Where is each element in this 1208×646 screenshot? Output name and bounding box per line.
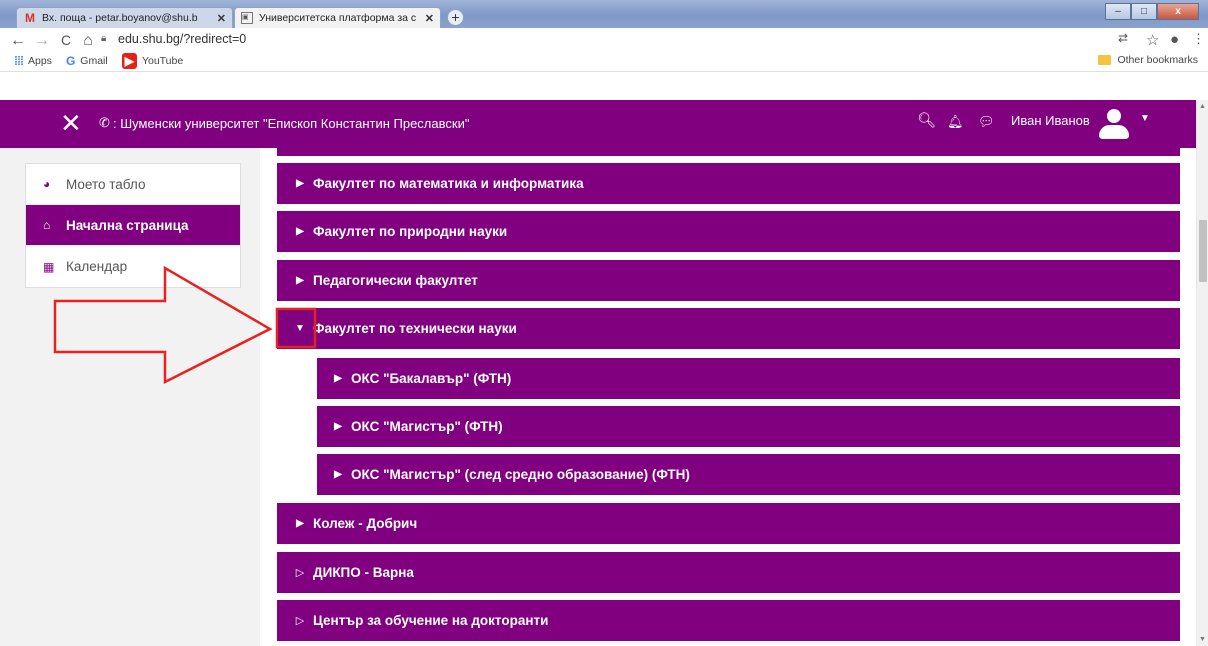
category-row-expanded[interactable]: ▼ Факултет по технически науки	[277, 308, 1180, 349]
expand-caret-icon[interactable]: ▶	[293, 518, 307, 529]
browser-tab-bar: M Вх. поща - petar.boyanov@shu.b ✕ ▣ Уни…	[0, 0, 1208, 28]
scroll-down-icon[interactable]: ▼	[1199, 636, 1206, 643]
university-favicon-icon: ▣	[241, 12, 253, 24]
category-label: Педагогически факултет	[313, 273, 478, 288]
bookmark-label: YouTube	[141, 54, 184, 67]
reload-icon[interactable]: C	[56, 32, 76, 48]
search-icon[interactable]: 🔍︎	[917, 111, 936, 129]
category-row[interactable]: ▷ ДИКПО - Варна	[277, 552, 1180, 593]
address-bar-url[interactable]: edu.shu.bg/?redirect=0	[118, 32, 246, 46]
folder-icon	[1098, 55, 1112, 65]
category-label: ОКС "Магистър" (ФТН)	[351, 419, 503, 434]
sidebar-item-label: Календар	[66, 259, 128, 274]
expand-caret-icon[interactable]: ▶	[331, 469, 345, 480]
browser-tab-gmail[interactable]: M Вх. поща - petar.boyanov@shu.b ✕	[16, 7, 233, 28]
other-bookmarks[interactable]: Other bookmarks	[1098, 54, 1198, 66]
category-label: ДИКПО - Варна	[313, 565, 414, 580]
notification-bell-icon[interactable]: 🔔︎	[947, 114, 964, 130]
tab-title: Университетска платформа за с	[259, 12, 417, 24]
window-controls: – □ x	[1105, 3, 1199, 20]
dashboard-icon: ◕	[43, 177, 51, 191]
lock-icon: 🔒︎	[101, 33, 107, 44]
expand-caret-icon[interactable]: ▶	[293, 178, 307, 189]
google-icon: G	[65, 53, 76, 68]
back-arrow-icon[interactable]: ←	[8, 32, 28, 50]
bookmark-label: Gmail	[80, 54, 108, 67]
category-row[interactable]: ▶ Факултет по природни науки	[277, 211, 1180, 252]
sidebar-item-dashboard[interactable]: ◕ Моето табло	[26, 164, 240, 205]
bookmark-gmail[interactable]: G Gmail	[66, 54, 108, 68]
category-label: Факултет по природни науки	[313, 224, 508, 239]
page-scrollbar[interactable]: ▲ ▼	[1196, 100, 1208, 646]
category-row[interactable]: ▶ Колеж - Добрич	[277, 503, 1180, 544]
collapse-caret-icon[interactable]: ▼	[293, 323, 307, 334]
user-name[interactable]: Иван Иванов	[1011, 113, 1090, 128]
home-icon: ⌂	[43, 218, 51, 232]
sidebar-item-label: Начална страница	[66, 217, 189, 233]
category-row[interactable]: ▶ Факултет по математика и информатика	[277, 163, 1180, 204]
category-label: Колеж - Добрич	[313, 516, 418, 531]
translate-icon[interactable]: ⇄	[1118, 31, 1128, 45]
sidebar-item-home[interactable]: ⌂ Начална страница	[26, 205, 240, 246]
bookmarks-bar: ⁞⁞⁞ Apps G Gmail ▶ YouTube Other bookmar…	[0, 50, 1208, 71]
tab-close-icon[interactable]: ✕	[217, 12, 226, 25]
category-label: Факултет по математика и информатика	[313, 176, 584, 191]
category-label: Факултет по технически науки	[313, 321, 517, 336]
tab-close-icon[interactable]: ✕	[425, 12, 434, 25]
close-window-button[interactable]: x	[1157, 3, 1199, 20]
sidebar-nav: ◕ Моето табло ⌂ Начална страница ▦ Кален…	[25, 163, 241, 288]
bookmark-label: Apps	[28, 54, 52, 67]
bookmark-youtube[interactable]: ▶ YouTube	[121, 52, 184, 69]
category-label: ОКС "Бакалавър" (ФТН)	[351, 371, 512, 386]
user-avatar-icon[interactable]	[1097, 107, 1131, 141]
site-header: ✕ ✆ : Шуменски университет "Епископ Конс…	[0, 100, 1196, 148]
category-row[interactable]: ▷ Център за обучение на докторанти	[277, 600, 1180, 641]
menu-dots-icon[interactable]: ⋮	[1192, 31, 1205, 47]
subcategory-row[interactable]: ▶ ОКС "Магистър" (ФТН)	[317, 406, 1180, 447]
close-menu-icon[interactable]: ✕	[60, 110, 82, 136]
calendar-icon: ▦	[43, 259, 55, 274]
forward-arrow-icon[interactable]: →	[32, 32, 52, 50]
gmail-icon: M	[25, 11, 35, 25]
browser-toolbar: ← → C ⌂ 🔒︎ edu.shu.bg/?redirect=0 ⇄ ☆ ● …	[0, 28, 1208, 72]
maximize-button[interactable]: □	[1131, 3, 1157, 20]
other-bookmarks-label: Other bookmarks	[1117, 54, 1198, 66]
browser-tab-platform[interactable]: ▣ Университетска платформа за с ✕	[234, 7, 441, 28]
sidebar-item-label: Моето табло	[66, 176, 146, 192]
apps-grid-icon: ⁞⁞⁞	[14, 53, 24, 68]
category-label: ОКС "Магистър" (след средно образование)…	[351, 467, 690, 482]
scroll-up-icon[interactable]: ▲	[1199, 103, 1206, 110]
expand-caret-icon[interactable]: ▷	[293, 614, 307, 627]
minimize-button[interactable]: –	[1105, 3, 1131, 20]
category-row-partial	[277, 148, 1180, 156]
expand-caret-icon[interactable]: ▶	[331, 373, 345, 384]
bookmark-star-icon[interactable]: ☆	[1146, 31, 1159, 49]
scrollbar-thumb[interactable]	[1199, 220, 1207, 282]
sidebar-item-calendar[interactable]: ▦ Календар	[26, 246, 240, 287]
expand-caret-icon[interactable]: ▶	[331, 421, 345, 432]
expand-caret-icon[interactable]: ▶	[293, 275, 307, 286]
tab-title: Вх. поща - petar.boyanov@shu.b	[42, 12, 198, 24]
profile-icon[interactable]: ●	[1170, 31, 1179, 48]
home-icon[interactable]: ⌂	[78, 32, 98, 50]
category-row[interactable]: ▶ Педагогически факултет	[277, 260, 1180, 301]
category-label: Център за обучение на докторанти	[313, 613, 549, 628]
subcategory-row[interactable]: ▶ ОКС "Магистър" (след средно образовани…	[317, 454, 1180, 495]
user-menu-chevron-down-icon[interactable]: ▼	[1140, 113, 1150, 124]
expand-caret-icon[interactable]: ▶	[293, 226, 307, 237]
site-title: : Шуменски университет "Епископ Констант…	[113, 116, 470, 131]
phone-icon: ✆	[99, 115, 110, 130]
new-tab-button[interactable]: +	[447, 9, 464, 26]
subcategory-row[interactable]: ▶ ОКС "Бакалавър" (ФТН)	[317, 358, 1180, 399]
bookmark-apps[interactable]: ⁞⁞⁞ Apps	[14, 54, 52, 68]
expand-caret-icon[interactable]: ▷	[293, 566, 307, 579]
chat-icon[interactable]: 💬︎	[978, 114, 995, 130]
youtube-icon: ▶	[121, 52, 137, 69]
